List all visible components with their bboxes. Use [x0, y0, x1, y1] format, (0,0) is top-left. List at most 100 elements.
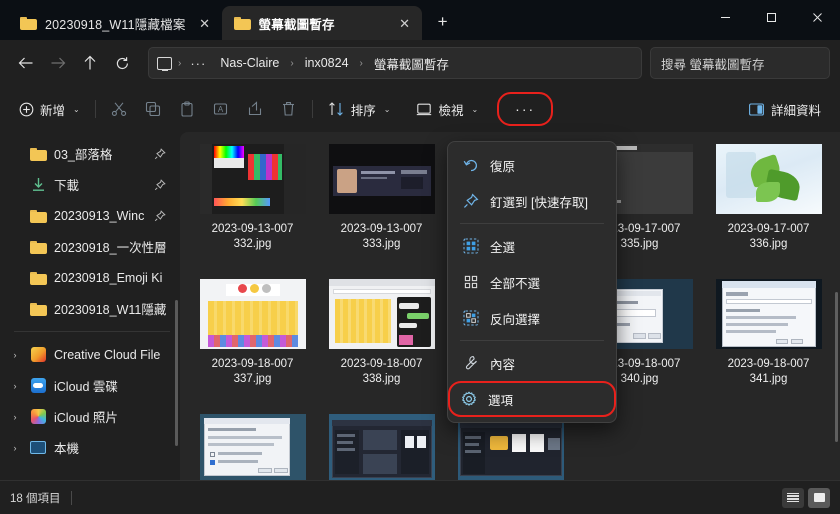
file-thumbnail	[715, 277, 822, 351]
sidebar-item-this-pc[interactable]: › 本機	[4, 432, 176, 463]
new-tab-button[interactable]: +	[428, 7, 458, 37]
chevron-down-icon: ⌄	[471, 104, 479, 114]
file-item[interactable]: 2023-09-18-007 342.jpg	[188, 408, 317, 480]
menu-item-undo[interactable]: 復原	[452, 147, 612, 183]
see-more-context-menu[interactable]: 復原 釘選到 [快速存取] 全選 全部不選 反向選擇 內容 選項	[447, 141, 617, 423]
refresh-button[interactable]	[106, 47, 138, 79]
file-item[interactable]: 2023-09-18-007 337.jpg	[188, 273, 317, 408]
back-button[interactable]	[10, 47, 42, 79]
content-scrollbar[interactable]	[835, 292, 838, 442]
navigation-pane[interactable]: 03_部落格 下載 20230913_Winc 20230918_一次性層 20…	[0, 132, 180, 480]
menu-item-invert-selection[interactable]: 反向選擇	[452, 300, 612, 336]
file-thumbnail	[199, 412, 306, 480]
file-explorer-window: 20230918_W11隱藏檔案 ✕ 螢幕截圖暫存 ✕ + › ··· Nas-…	[0, 0, 840, 514]
file-thumbnail	[199, 142, 306, 216]
paste-icon	[179, 101, 195, 117]
close-icon[interactable]: ✕	[394, 12, 416, 34]
maximize-button[interactable]	[748, 0, 794, 34]
search-input[interactable]: 搜尋 螢幕截圖暫存	[650, 47, 830, 79]
file-item[interactable]: 2023-09-18-007 338.jpg	[317, 273, 446, 408]
download-icon	[29, 177, 47, 192]
main-body: 03_部落格 下載 20230913_Winc 20230918_一次性層 20…	[0, 132, 840, 480]
sidebar-item-creative-cloud[interactable]: › Creative Cloud File	[4, 339, 176, 370]
up-button[interactable]	[74, 47, 106, 79]
tab-screenshot-temp[interactable]: 螢幕截圖暫存 ✕	[221, 6, 422, 40]
folder-icon	[233, 16, 251, 30]
details-view-toggle[interactable]	[782, 487, 804, 508]
new-button[interactable]: 新增 ⌄	[10, 93, 89, 125]
breadcrumb[interactable]: › ··· Nas-Claire › inx0824 › 螢幕截圖暫存	[148, 47, 642, 79]
sort-button[interactable]: 排序 ⌄	[319, 93, 400, 125]
see-more-button[interactable]: ···	[497, 92, 554, 126]
sidebar-item-label: 20230913_Winc	[54, 208, 145, 223]
folder-icon	[29, 240, 47, 254]
minimize-button[interactable]	[702, 0, 748, 34]
chevron-right-icon[interactable]: ›	[8, 412, 22, 422]
rename-icon: A	[212, 101, 229, 117]
address-bar: › ··· Nas-Claire › inx0824 › 螢幕截圖暫存 搜尋 螢…	[0, 40, 840, 86]
close-button[interactable]	[794, 0, 840, 34]
breadcrumb-item-nas-claire[interactable]: Nas-Claire	[213, 53, 286, 73]
sidebar-item-downloads[interactable]: 下載	[4, 169, 176, 200]
breadcrumb-item-inx0824[interactable]: inx0824	[298, 53, 356, 73]
item-count: 18 個項目	[10, 492, 61, 505]
menu-item-properties[interactable]: 內容	[452, 345, 612, 381]
file-item[interactable]: 2023-09-18-007 343.jpg	[317, 408, 446, 480]
breadcrumb-separator: ›	[290, 57, 294, 69]
sidebar-item-20230913-winc[interactable]: 20230913_Winc	[4, 200, 176, 231]
tab-20230918-w11[interactable]: 20230918_W11隱藏檔案 ✕	[8, 6, 222, 40]
chevron-right-icon[interactable]: ›	[8, 381, 22, 391]
breadcrumb-overflow[interactable]: ···	[185, 56, 211, 71]
menu-item-label: 全部不選	[490, 276, 541, 291]
file-name-line2: 338.jpg	[362, 373, 401, 385]
sidebar-scrollbar[interactable]	[175, 300, 178, 446]
forward-button[interactable]	[42, 47, 74, 79]
details-pane-label: 詳細資料	[770, 103, 821, 118]
file-name-line1: 2023-09-18-007	[211, 358, 294, 370]
menu-item-select-all[interactable]: 全選	[452, 228, 612, 264]
rename-button[interactable]: A	[204, 93, 238, 125]
new-button-label: 新增	[40, 103, 66, 118]
icloud-drive-icon	[29, 378, 47, 393]
sidebar-item-20230918-w11[interactable]: 20230918_W11隱藏	[4, 293, 176, 324]
file-item[interactable]: 2023-09-13-007 332.jpg	[188, 138, 317, 273]
copy-button[interactable]	[136, 93, 170, 125]
share-icon	[247, 101, 263, 117]
sidebar-item-20230918-onetime[interactable]: 20230918_一次性層	[4, 231, 176, 262]
tab-title: 螢幕截圖暫存	[258, 17, 335, 32]
file-item[interactable]: 2023-09-18-007 341.jpg	[704, 273, 833, 408]
file-item[interactable]: 2023-09-17-007 336.jpg	[704, 138, 833, 273]
file-name-line1: 2023-09-17-007	[727, 223, 810, 235]
menu-item-pin-to-quick-access[interactable]: 釘選到 [快速存取]	[452, 183, 612, 219]
file-thumbnail	[328, 412, 435, 480]
chevron-down-icon: ⌄	[73, 104, 80, 114]
close-icon[interactable]: ✕	[194, 12, 216, 34]
divider	[70, 490, 72, 505]
paste-button[interactable]	[170, 93, 204, 125]
menu-item-options[interactable]: 選項	[448, 381, 616, 417]
cut-button[interactable]	[102, 93, 136, 125]
share-button[interactable]	[238, 93, 272, 125]
divider	[14, 331, 170, 332]
sidebar-item-label: Creative Cloud File	[54, 347, 161, 362]
file-name-line1: 2023-09-13-007	[340, 223, 423, 235]
delete-button[interactable]	[272, 93, 306, 125]
menu-item-select-none[interactable]: 全部不選	[452, 264, 612, 300]
sidebar-item-03-blog[interactable]: 03_部落格	[4, 138, 176, 169]
file-item[interactable]: 2023-09-13-007 333.jpg	[317, 138, 446, 273]
chevron-right-icon[interactable]: ›	[8, 350, 22, 360]
file-name-line2: 335.jpg	[620, 238, 659, 250]
sidebar-item-20230918-emoji[interactable]: 20230918_Emoji Ki	[4, 262, 176, 293]
sidebar-item-icloud-photos[interactable]: › iCloud 照片	[4, 401, 176, 432]
menu-item-label: 內容	[490, 357, 516, 372]
sidebar-item-label: iCloud 照片	[54, 411, 118, 425]
details-pane-button[interactable]: 詳細資料	[739, 93, 830, 125]
view-button[interactable]: 檢視 ⌄	[407, 93, 487, 125]
breadcrumb-item-current[interactable]: 螢幕截圖暫存	[367, 51, 456, 76]
file-name-line2: 337.jpg	[233, 373, 272, 385]
sidebar-item-label: 03_部落格	[54, 148, 113, 162]
large-icons-view-toggle[interactable]	[808, 487, 830, 508]
pin-icon	[462, 193, 479, 209]
chevron-right-icon[interactable]: ›	[8, 443, 22, 453]
sidebar-item-icloud-drive[interactable]: › iCloud 雲碟	[4, 370, 176, 401]
